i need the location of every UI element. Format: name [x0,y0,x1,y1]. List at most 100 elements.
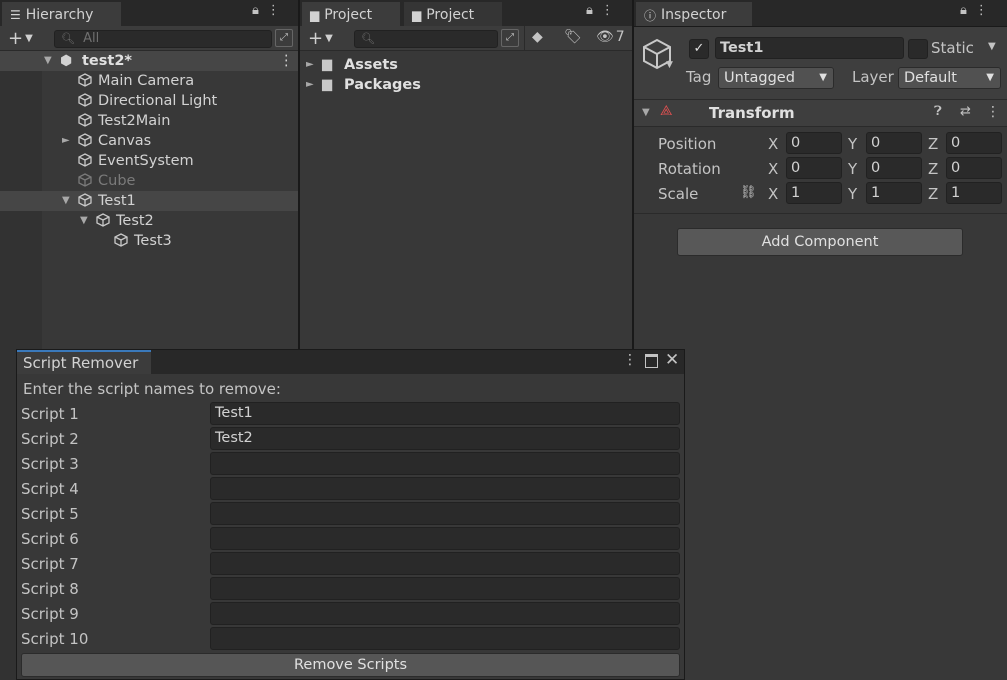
script-label: Script 6 [21,530,79,548]
tab-hierarchy[interactable]: ☰ Hierarchy [2,2,121,26]
expand-arrow-icon[interactable]: ► [306,75,314,95]
help-icon[interactable]: ❓︎ [934,104,942,119]
static-checkbox[interactable] [908,39,928,59]
position-label: Position [658,135,717,153]
script-name-field[interactable] [210,552,680,575]
script-name-field[interactable]: Test1 [210,402,680,425]
project-toolbar: + ▼ 🔍︎ ⤢ ◆ 🏷︎ 👁︎ 7 [300,26,632,51]
folder-icon: ▆ [412,8,422,22]
expand-arrow-icon[interactable]: ► [62,131,70,151]
filter-by-type-icon[interactable]: ◆ [532,29,543,45]
rotation-x-field[interactable]: 0 [786,157,842,179]
hierarchy-item[interactable]: Main Camera [0,71,298,91]
search-options-icon[interactable]: ⤢ [275,29,293,47]
layer-dropdown[interactable]: Default ▼ [898,67,1001,89]
hierarchy-item[interactable]: EventSystem [0,151,298,171]
expand-arrow-icon[interactable]: ▼ [44,51,52,71]
hierarchy-item[interactable]: ▼ Test2 [0,211,298,231]
tab-project-2[interactable]: ▆ Project [404,2,502,26]
component-menu-icon[interactable]: ⋮ [986,104,1000,120]
presets-icon[interactable]: ⇄ [960,104,971,119]
filter-by-label-icon[interactable]: 🏷︎ [564,29,582,45]
scene-name: test2* [82,53,132,69]
project-search-input[interactable]: 🔍︎ [354,30,498,48]
hierarchy-item[interactable]: Directional Light [0,91,298,111]
script-label: Script 8 [21,580,79,598]
remove-scripts-button[interactable]: Remove Scripts [21,653,680,677]
search-icon: 🔍︎ [361,32,375,45]
expand-arrow-icon[interactable]: ▼ [62,191,70,211]
rotation-z-field[interactable]: 0 [946,157,1002,179]
hidden-packages-icon[interactable]: 👁︎ 7 [596,29,625,45]
scene-menu-icon[interactable]: ⋮ [279,51,294,71]
script-name-field[interactable] [210,452,680,475]
window-menu-icon[interactable]: ⋮ [623,352,637,368]
maximize-icon[interactable] [645,354,658,368]
axis-z-label: Z [928,160,939,178]
chevron-down-icon: ▼ [819,72,827,83]
project-folder-item[interactable]: ► ▆ Packages [300,75,632,95]
script-name-field[interactable] [210,477,680,500]
constrain-proportions-icon[interactable]: ⛓︎ [740,185,757,200]
more-options-icon[interactable]: ⋮ [267,3,280,18]
icon-dropdown-arrow[interactable]: ▼ [666,60,673,70]
gameobject-icon [114,233,128,247]
layer-label: Layer [852,68,894,86]
hierarchy-item[interactable]: Cube [0,171,298,191]
axis-x-label: X [768,135,779,153]
object-name-field[interactable]: Test1 [715,37,904,59]
tab-label: Project [324,7,373,23]
search-options-icon[interactable]: ⤢ [501,29,519,47]
axis-y-label: Y [848,185,858,203]
script-name-field[interactable] [210,527,680,550]
expand-arrow-icon[interactable]: ► [306,55,314,75]
create-button[interactable]: + ▼ [308,28,333,49]
hierarchy-item[interactable]: Test3 [0,231,298,251]
position-x-field[interactable]: 0 [786,132,842,154]
script-name-field[interactable] [210,627,680,650]
gameobject-icon [78,193,92,207]
script-label: Script 7 [21,555,79,573]
close-icon[interactable]: ✕ [665,350,679,370]
hierarchy-item-label: Directional Light [98,93,218,109]
tag-label: Tag [686,68,712,86]
hierarchy-item[interactable]: ► Canvas [0,131,298,151]
scale-y-field[interactable]: 1 [866,182,922,204]
collapse-arrow-icon[interactable]: ▼ [642,107,650,118]
hierarchy-item[interactable]: Test2Main [0,111,298,131]
more-options-icon[interactable]: ⋮ [601,3,614,18]
static-dropdown-arrow[interactable]: ▼ [988,41,996,52]
script-label: Script 1 [21,405,79,423]
expand-arrow-icon[interactable]: ▼ [80,211,88,231]
scale-z-field[interactable]: 1 [946,182,1002,204]
position-y-field[interactable]: 0 [866,132,922,154]
tab-project-1[interactable]: ▆ Project [302,2,400,26]
hierarchy-item[interactable]: ▼ Test1 [0,191,298,211]
scale-x-field[interactable]: 1 [786,182,842,204]
lock-icon[interactable]: 🔒︎ [586,3,593,18]
scene-row[interactable]: ▼ ⬢ test2* ⋮ [0,51,298,71]
tag-dropdown[interactable]: Untagged ▼ [718,67,834,89]
add-component-button[interactable]: Add Component [677,228,963,256]
script-label: Script 2 [21,430,79,448]
more-options-icon[interactable]: ⋮ [975,3,988,18]
script-name-field[interactable]: Test2 [210,427,680,450]
lock-icon[interactable]: 🔒︎ [252,3,259,18]
script-name-field[interactable] [210,502,680,525]
window-tab[interactable]: Script Remover [17,350,151,374]
tag-value: Untagged [724,70,795,86]
folder-label: Assets [344,57,398,73]
create-button[interactable]: + ▼ [8,28,33,49]
hierarchy-search-input[interactable]: 🔍︎ All [54,30,272,48]
position-z-field[interactable]: 0 [946,132,1002,154]
active-checkbox[interactable]: ✓ [689,39,709,59]
script-name-field[interactable] [210,577,680,600]
transform-header[interactable]: ▼ ⟁ Transform ❓︎ ⇄ ⋮ [634,100,1007,127]
lock-icon[interactable]: 🔒︎ [960,3,967,18]
chevron-down-icon: ▼ [986,72,994,83]
script-name-field[interactable] [210,602,680,625]
rotation-y-field[interactable]: 0 [866,157,922,179]
project-folder-item[interactable]: ► ▆ Assets [300,55,632,75]
gameobject-icon [78,153,92,167]
tab-inspector[interactable]: ⓘ Inspector [636,2,752,26]
